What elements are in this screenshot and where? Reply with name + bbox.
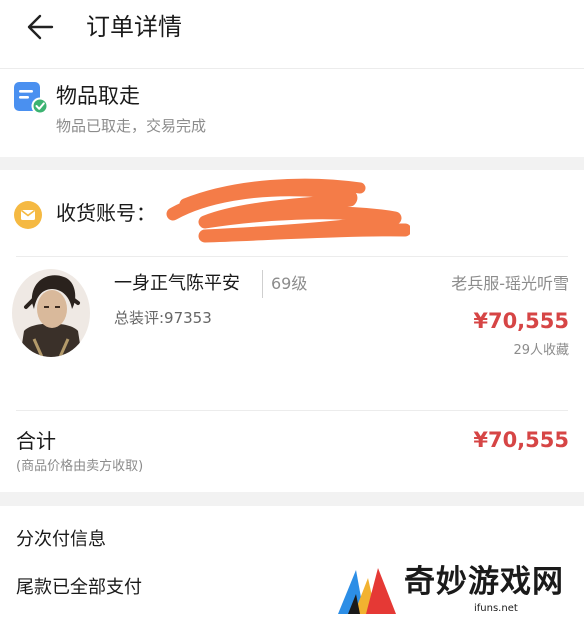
mail-icon	[14, 201, 42, 229]
divider	[16, 256, 568, 257]
page-title: 订单详情	[86, 13, 182, 41]
item-gear-score: 总装评:97353	[114, 309, 212, 327]
watermark-name: 奇妙游戏网	[404, 564, 564, 600]
watermark-url: ifuns.net	[474, 603, 518, 614]
back-button[interactable]	[26, 12, 54, 42]
site-watermark: 奇妙游戏网 ifuns.net	[334, 558, 584, 621]
final-payment-status: 尾款已全部支付	[16, 577, 142, 598]
site-logo-icon	[338, 568, 396, 614]
item-server: 老兵服-瑶光听雪	[451, 274, 569, 293]
status-subtitle: 物品已取走，交易完成	[56, 117, 207, 135]
total-price: ¥70,555	[473, 428, 569, 452]
order-status-card: 物品取走 物品已取走，交易完成	[0, 69, 584, 157]
item-level: 69级	[262, 270, 307, 298]
divider	[16, 410, 568, 411]
character-avatar	[12, 269, 90, 357]
total-label: 合计	[16, 429, 56, 453]
arrow-left-icon	[27, 14, 54, 40]
receiving-account-label: 收货账号：	[56, 201, 156, 225]
status-title: 物品取走	[56, 84, 140, 108]
header-bar: 订单详情	[0, 0, 584, 69]
redaction-scribble	[166, 178, 410, 243]
item-price: ¥70,555	[473, 309, 569, 333]
item-favorites: 29人收藏	[513, 343, 569, 358]
order-detail-card: 收货账号： 一身正气陈平安 69级 总装评:97353 老兵服-瑶光听雪 ¥70…	[0, 170, 584, 492]
total-note: (商品价格由卖方收取)	[16, 459, 144, 474]
installment-info-title: 分次付信息	[16, 529, 106, 550]
item-name: 一身正气陈平安	[114, 273, 240, 294]
receipt-check-icon	[14, 82, 49, 115]
